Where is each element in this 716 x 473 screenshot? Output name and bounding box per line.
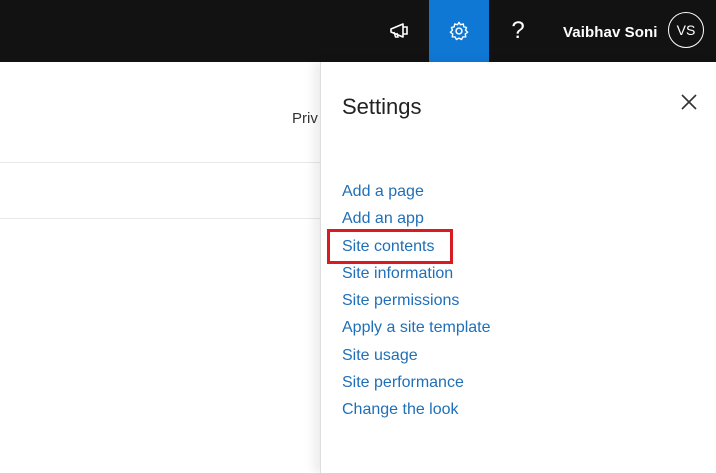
- settings-panel: Settings Add a page Add an app Site cont…: [320, 62, 716, 473]
- menu-item-add-a-page[interactable]: Add a page: [342, 182, 491, 209]
- menu-item-site-contents[interactable]: Site contents: [342, 237, 491, 264]
- avatar[interactable]: VS: [668, 12, 704, 48]
- top-navigation-bar: ? Vaibhav Soni VS: [0, 0, 716, 62]
- user-name[interactable]: Vaibhav Soni: [563, 24, 658, 41]
- menu-item-site-performance[interactable]: Site performance: [342, 373, 491, 400]
- megaphone-icon: [390, 23, 408, 38]
- settings-button[interactable]: [429, 0, 489, 62]
- close-button[interactable]: [679, 92, 699, 112]
- panel-title: Settings: [342, 94, 422, 119]
- settings-menu: Add a page Add an app Site contents Site…: [342, 182, 491, 428]
- menu-item-site-usage[interactable]: Site usage: [342, 346, 491, 373]
- avatar-initials: VS: [676, 22, 696, 38]
- help-button[interactable]: ?: [498, 0, 538, 62]
- menu-item-site-information[interactable]: Site information: [342, 264, 491, 291]
- background-clipped-text: Priv: [292, 110, 318, 127]
- help-icon: ?: [511, 17, 525, 44]
- divider: [0, 218, 322, 219]
- gear-icon: [449, 21, 469, 41]
- divider: [0, 162, 322, 163]
- menu-item-add-an-app[interactable]: Add an app: [342, 209, 491, 236]
- feedback-button[interactable]: [380, 0, 420, 62]
- background-page: Priv: [0, 62, 322, 473]
- menu-item-site-permissions[interactable]: Site permissions: [342, 291, 491, 318]
- close-icon: [681, 94, 697, 110]
- menu-item-change-the-look[interactable]: Change the look: [342, 400, 491, 427]
- menu-item-apply-site-template[interactable]: Apply a site template: [342, 318, 491, 345]
